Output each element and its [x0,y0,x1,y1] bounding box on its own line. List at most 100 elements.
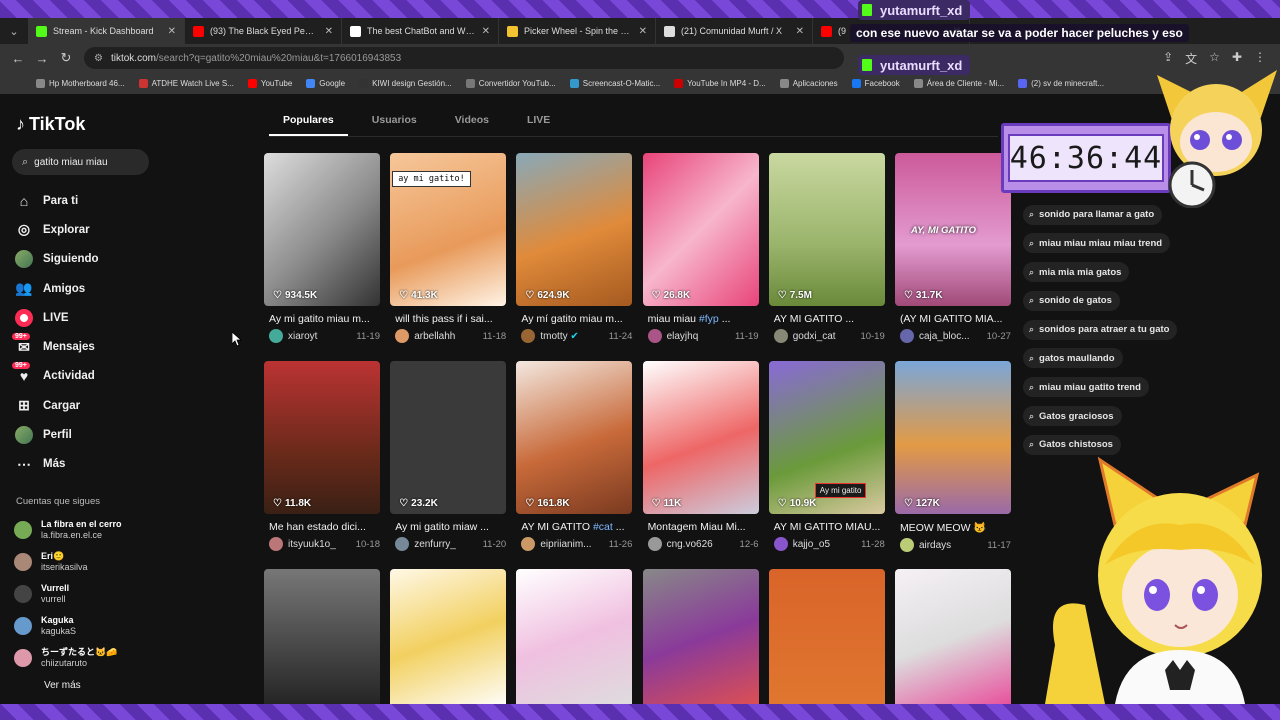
bookmark-item[interactable]: KIWI design Gestión... [359,78,452,88]
video-caption[interactable]: Montagem Miau Mi... [643,521,759,533]
avatar[interactable] [395,329,410,343]
browser-tab[interactable]: Stream - Kick Dashboard ✕ [28,18,185,44]
video-card[interactable]: Ay mi gatito ♡ 10.9K AY MI GATITO MIAU... ka… [768,361,885,557]
related-search-pill[interactable]: ⌕ Gatos chistosos [1023,434,1121,455]
video-thumbnail[interactable]: ♡ 26.8K [642,153,759,306]
video-card[interactable]: ♡ 23.2K Ay mi gatito miaw ... zenfurry_ 11-2… [390,361,507,557]
video-author[interactable]: eipriianim... [540,539,604,550]
bookmark-item[interactable]: YouTube In MP4 - D... [674,78,766,88]
video-card[interactable]: ♡ 934.5K Ay mi gatito miau m... xiaroyt 11-1… [264,153,380,349]
video-thumbnail[interactable]: ♡ 7.5M [768,153,885,306]
following-account[interactable]: ちーずたると🐱🧀 chiizutaruto [14,642,164,674]
reload-icon[interactable]: ↻ [54,50,78,66]
video-thumbnail[interactable]: ♡ 11.8K [264,361,380,514]
bookmark-item[interactable]: Convertidor YouTub... [465,78,556,88]
caption-hashtag[interactable]: #cat [593,521,613,533]
tab-close-icon[interactable]: ✕ [639,26,647,37]
bookmark-item[interactable]: ATDHE Watch Live S... [138,78,234,88]
related-search-pill[interactable]: ⌕ miau miau gatito trend [1023,377,1149,398]
browser-tab[interactable]: The best ChatBot and Widgets ✕ [342,18,499,44]
sidebar-item-siguiendo[interactable]: Siguiendo [14,245,164,274]
avatar[interactable] [521,329,536,343]
sidebar-item-perfil[interactable]: Perfil [14,420,164,449]
avatar[interactable] [647,329,662,343]
sidebar-item-más[interactable]: ⋯ Más [14,450,164,479]
tab-usuarios[interactable]: Usuarios [358,114,431,136]
bookmark-item[interactable]: YouTube [247,78,292,88]
video-author[interactable]: tmotty ✔ [540,331,604,342]
video-author[interactable]: airdays [919,540,983,551]
tab-populares[interactable]: Populares [269,114,348,136]
bookmark-item[interactable]: Hp Motherboard 46... [36,78,125,88]
video-author[interactable]: itsyuuk1o_ [288,539,352,550]
video-caption[interactable]: miau miau #fyp ... [643,313,759,325]
video-card[interactable]: ♡ 7.5M AY MI GATITO ... godxi_cat 10-19 [768,153,885,349]
browser-tab[interactable]: (93) The Black Eyed Peas — I G ✕ [185,18,342,44]
video-thumbnail[interactable]: ♡ 161.8K [516,361,633,514]
bookmark-item[interactable]: (2) sv de minecraft... [1018,78,1104,88]
video-card[interactable]: ay mi gatito! ♡ 41.3K will this pass if i s… [390,153,507,349]
related-search-pill[interactable]: ⌕ miau miau miau miau trend [1023,233,1171,254]
video-card[interactable]: ♡ 11.8K Me han estado dici... itsyuuk1o_ 10-… [264,361,380,557]
video-caption[interactable]: will this pass if i sai... [390,313,506,325]
related-search-pill[interactable]: ⌕ Gatos graciosos [1023,406,1122,427]
related-search-pill[interactable]: ⌕ sonido para llamar a gato [1023,204,1163,225]
video-thumbnail[interactable] [768,569,885,704]
caption-hashtag[interactable]: #fyp [699,313,719,325]
following-account[interactable]: Vurrell vurrell [14,578,164,610]
video-caption[interactable]: Ay mí gatito miau m... [516,313,632,325]
video-author[interactable]: arbellahh [414,331,478,342]
tab-close-icon[interactable]: ✕ [168,26,176,37]
related-search-pill[interactable]: ⌕ mia mia mia gatos [1023,262,1130,283]
tab-close-icon[interactable]: ✕ [482,26,490,37]
avatar[interactable] [395,537,410,551]
video-thumbnail[interactable]: ay mi gatito! ♡ 41.3K [390,153,507,306]
site-info-icon[interactable]: ⚙ [94,53,103,64]
video-thumbnail[interactable]: ♡ 127K [894,361,1011,514]
address-bar[interactable]: ⚙ tiktok.com/search?q=gatito%20miau%20mi… [84,47,844,69]
bookmark-item[interactable]: Facebook [851,78,900,88]
avatar[interactable] [269,329,283,343]
video-card[interactable]: ♡ 624.9K Ay mí gatito miau m... tmotty ✔ 11-… [516,153,633,349]
sidebar-item-amigos[interactable]: 👥 Amigos [14,274,164,303]
video-author[interactable]: godxi_cat [793,331,857,342]
video-author[interactable]: zenfurry_ [414,539,478,550]
video-thumbnail[interactable] [894,569,1011,704]
avatar[interactable] [773,537,788,551]
sidebar-item-explorar[interactable]: ◎ Explorar [14,215,164,244]
forward-icon[interactable]: → [30,51,54,66]
video-author[interactable]: cng.vo626 [667,539,736,550]
tab-list-dropdown-icon[interactable]: ⌄ [0,25,28,38]
sidebar-item-para-ti[interactable]: ⌂ Para ti [14,186,164,215]
tab-videos[interactable]: Videos [441,114,503,136]
video-author[interactable]: xiaroyt [288,331,352,342]
sidebar-item-actividad[interactable]: ♥ 99+ Actividad [12,362,164,391]
video-thumbnail[interactable]: ♡ 934.5K [264,153,380,306]
following-account[interactable]: La fibra en el cerro la.fibra.en.el.ce [14,514,164,546]
video-author[interactable]: elayjhq [667,331,731,342]
browser-tab[interactable]: Picker Wheel - Spin the Wheel ✕ [499,18,656,44]
video-thumbnail[interactable]: ♡ 11K [642,361,759,514]
bookmark-item[interactable]: Área de Cliente - Mi... [913,78,1004,88]
video-caption[interactable]: Ay mi gatito miaw ... [390,521,506,533]
video-caption[interactable]: AY MI GATITO MIAU... [769,521,885,533]
video-thumbnail[interactable]: Ay mi gatito ♡ 10.9K [768,361,885,514]
video-caption[interactable]: MEOW MEOW 😾 [895,521,1011,534]
video-author[interactable]: kajjo_o5 [793,539,857,550]
avatar[interactable] [269,537,283,551]
related-search-pill[interactable]: ⌕ sonido de gatos [1023,290,1120,311]
avatar[interactable] [773,329,788,343]
video-card[interactable]: ♡ 161.8K AY MI GATITO #cat ... eipriianim..… [516,361,633,557]
video-thumbnail[interactable]: AY, MI GATITO ♡ 31.7K [894,153,1011,306]
bookmark-item[interactable]: Screencast-O-Matic... [569,78,660,88]
video-card[interactable]: ♡ 26.8K miau miau #fyp ... elayjhq 11-19 [642,153,759,349]
tab-live[interactable]: LIVE [513,114,564,136]
video-caption[interactable]: Me han estado dici... [264,521,380,533]
video-thumbnail[interactable] [264,569,380,704]
browser-tab[interactable]: (21) Comunidad Murft / X ✕ [656,18,813,44]
following-account[interactable]: Kaguka kagukaS [14,610,164,642]
video-caption[interactable]: Ay mi gatito miau m... [264,313,380,325]
video-thumbnail[interactable] [642,569,759,704]
video-caption[interactable]: AY MI GATITO #cat ... [516,521,632,533]
tiktok-logo[interactable]: ♪ TikTok [16,114,85,135]
